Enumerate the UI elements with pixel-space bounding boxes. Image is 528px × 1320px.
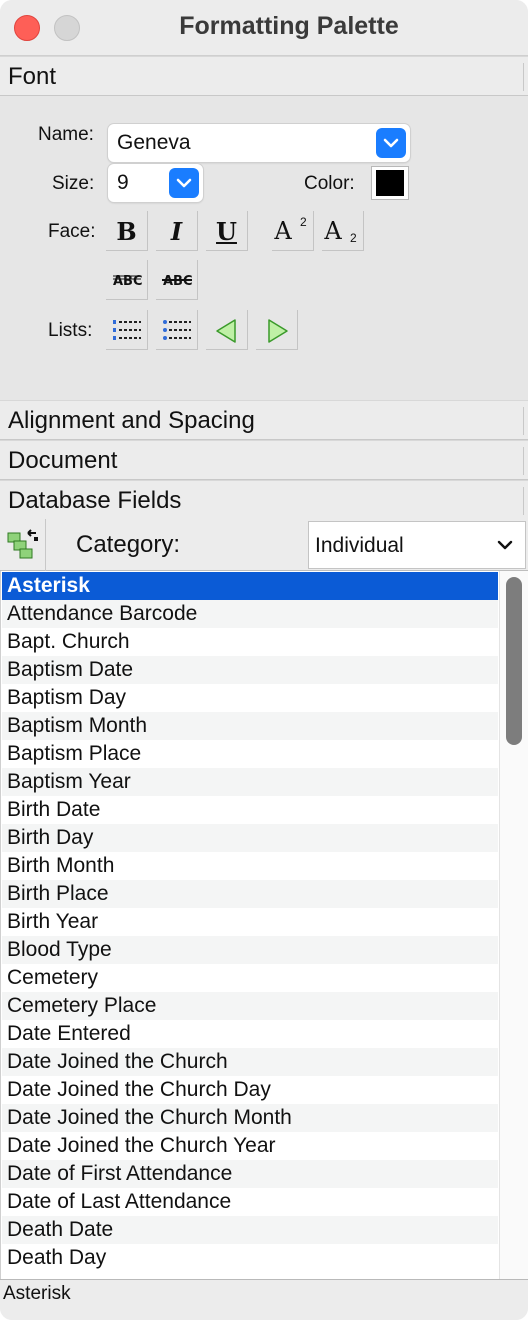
scrollbar-thumb[interactable] bbox=[506, 577, 522, 745]
bulleted-list-button[interactable] bbox=[156, 310, 198, 350]
category-select[interactable]: Individual bbox=[308, 521, 526, 569]
arrow-right-icon bbox=[268, 319, 288, 343]
list-item[interactable]: Baptism Place bbox=[2, 740, 498, 768]
chevron-down-icon bbox=[169, 168, 199, 198]
category-value: Individual bbox=[315, 534, 404, 557]
section-label-alignment: Alignment and Spacing bbox=[8, 407, 255, 434]
field-list-rows: Asterisk Attendance Barcode Bapt. Church Ba… bbox=[2, 572, 498, 1272]
svg-text:ABC: ABC bbox=[163, 274, 193, 289]
section-label-font: Font bbox=[8, 63, 57, 90]
list-item[interactable]: Attendance Barcode bbox=[2, 600, 498, 628]
list-item[interactable]: Bapt. Church bbox=[2, 628, 498, 656]
outline-button[interactable]: ABC bbox=[106, 260, 148, 300]
insert-field-button[interactable] bbox=[0, 519, 46, 571]
bold-button[interactable]: B bbox=[106, 211, 148, 251]
italic-icon: I bbox=[170, 217, 183, 246]
increase-indent-button[interactable] bbox=[256, 310, 298, 350]
font-color-swatch[interactable] bbox=[371, 166, 409, 200]
list-item[interactable]: Birth Year bbox=[2, 908, 498, 936]
list-item[interactable]: Death Day bbox=[2, 1244, 498, 1272]
bulleted-list-icon bbox=[163, 320, 191, 340]
list-item[interactable]: Birth Date bbox=[2, 796, 498, 824]
list-item[interactable]: Date Joined the Church Day bbox=[2, 1076, 498, 1104]
numbered-list-icon bbox=[113, 320, 141, 340]
numbered-list-button[interactable] bbox=[106, 310, 148, 350]
chevron-down-icon bbox=[497, 540, 513, 550]
section-header-database-fields[interactable]: Database Fields bbox=[0, 480, 528, 520]
underline-button[interactable]: U bbox=[206, 211, 248, 251]
list-item[interactable]: Baptism Month bbox=[2, 712, 498, 740]
list-item[interactable]: Birth Day bbox=[2, 824, 498, 852]
list-item[interactable]: Baptism Date bbox=[2, 656, 498, 684]
lists-label: Lists: bbox=[48, 320, 93, 341]
category-label: Category: bbox=[76, 531, 181, 558]
font-panel: Name: Geneva Size: 9 Color: Face: B I U bbox=[0, 96, 528, 400]
font-name-value: Geneva bbox=[117, 131, 191, 154]
face-label: Face: bbox=[48, 221, 96, 242]
list-item[interactable]: Date of First Attendance bbox=[2, 1160, 498, 1188]
list-item[interactable]: Date Joined the Church Month bbox=[2, 1104, 498, 1132]
font-size-value: 9 bbox=[117, 171, 129, 194]
font-size-label: Size: bbox=[52, 173, 95, 194]
database-fields-toolbar: Category: Individual bbox=[0, 519, 528, 571]
section-label-database-fields: Database Fields bbox=[8, 487, 182, 514]
font-color-label: Color: bbox=[304, 173, 355, 194]
list-item[interactable]: Baptism Day bbox=[2, 684, 498, 712]
list-item[interactable]: Date Entered bbox=[2, 1020, 498, 1048]
database-field-list: Asterisk Attendance Barcode Bapt. Church Ba… bbox=[0, 571, 528, 1279]
underline-icon: U bbox=[216, 217, 237, 246]
bold-icon: B bbox=[116, 217, 137, 246]
outline-text-icon: ABC bbox=[113, 274, 143, 289]
font-name-popup[interactable]: Geneva bbox=[108, 124, 410, 162]
list-item[interactable]: Date Joined the Church bbox=[2, 1048, 498, 1076]
list-item[interactable]: Baptism Year bbox=[2, 768, 498, 796]
arrow-left-icon bbox=[216, 319, 236, 343]
list-scrollbar[interactable] bbox=[499, 571, 528, 1279]
section-header-document[interactable]: Document bbox=[0, 440, 528, 480]
strikethrough-icon: ABC bbox=[162, 274, 193, 289]
list-item[interactable]: Date Joined the Church Year bbox=[2, 1132, 498, 1160]
list-item[interactable]: Cemetery Place bbox=[2, 992, 498, 1020]
list-item[interactable]: Cemetery bbox=[2, 964, 498, 992]
window-title: Formatting Palette bbox=[179, 12, 399, 40]
formatting-palette-window: Formatting Palette Font Name: Geneva Siz… bbox=[0, 0, 528, 1320]
status-text: Asterisk bbox=[3, 1283, 71, 1304]
title-bar: Formatting Palette bbox=[0, 0, 528, 56]
subscript-icon: A bbox=[324, 217, 342, 245]
color-fill bbox=[376, 170, 404, 196]
section-header-alignment[interactable]: Alignment and Spacing bbox=[0, 400, 528, 440]
chevron-down-icon bbox=[376, 128, 406, 158]
list-item[interactable]: Blood Type bbox=[2, 936, 498, 964]
decrease-indent-button[interactable] bbox=[206, 310, 248, 350]
list-item[interactable]: Death Date bbox=[2, 1216, 498, 1244]
superscript-button[interactable]: A 2 bbox=[272, 211, 314, 251]
font-name-label: Name: bbox=[38, 124, 94, 145]
italic-button[interactable]: I bbox=[156, 211, 198, 251]
section-label-document: Document bbox=[8, 447, 118, 474]
list-item[interactable]: Asterisk bbox=[2, 572, 498, 600]
superscript-mark: 2 bbox=[300, 215, 307, 229]
subscript-mark: 2 bbox=[350, 231, 357, 245]
section-header-font[interactable]: Font bbox=[0, 56, 528, 96]
superscript-icon: A bbox=[274, 217, 292, 245]
list-item[interactable]: Date of Last Attendance bbox=[2, 1188, 498, 1216]
strikethrough-button[interactable]: ABC bbox=[156, 260, 198, 300]
subscript-button[interactable]: A 2 bbox=[322, 211, 364, 251]
insert-field-icon bbox=[7, 529, 38, 559]
font-size-popup[interactable]: 9 bbox=[108, 164, 203, 202]
list-item[interactable]: Birth Month bbox=[2, 852, 498, 880]
list-item[interactable]: Birth Place bbox=[2, 880, 498, 908]
status-bar: Asterisk bbox=[0, 1279, 528, 1320]
